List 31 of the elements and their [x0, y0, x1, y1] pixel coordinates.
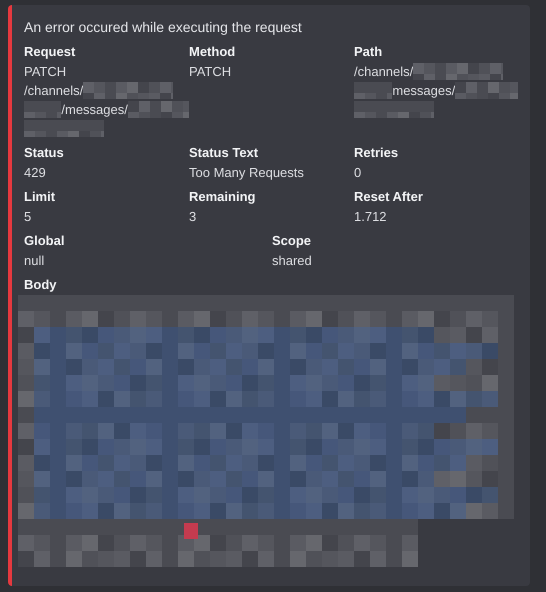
field-value: PATCH [24, 64, 66, 79]
redaction-mosaic [455, 82, 518, 99]
field-value: 1.712 [354, 209, 387, 224]
field-value: 5 [24, 209, 32, 224]
embed-title: An error occured while executing the request [24, 18, 303, 37]
field-name: Retries [354, 144, 400, 162]
field-value: messages/ [392, 83, 456, 98]
field-name: Status [24, 144, 65, 162]
field-value: Too Many Requests [189, 165, 304, 180]
field-name: Scope [272, 232, 312, 250]
field-value: 3 [189, 209, 196, 224]
field-name: Global [24, 232, 66, 250]
field-value: /channels/ [24, 83, 84, 98]
field-name: Method [189, 43, 236, 61]
field-value: 429 [24, 165, 46, 180]
field-name: Status Text [189, 144, 260, 162]
field-value: null [24, 253, 44, 268]
field-name: Request [24, 43, 76, 61]
redaction-mosaic [128, 101, 189, 118]
field-name: Remaining [189, 188, 256, 206]
field-value: /channels/ [354, 64, 414, 79]
field-value: shared [272, 253, 312, 268]
redaction-mosaic [24, 101, 62, 118]
field-value: /messages/ [61, 102, 128, 117]
redaction-mosaic [354, 82, 392, 99]
field-value: PATCH [189, 64, 232, 79]
field-name: Limit [24, 188, 56, 206]
field-value: 0 [354, 165, 362, 180]
field-name: Body [24, 276, 58, 294]
field-name: Path [354, 43, 384, 61]
field-name: Reset After [354, 188, 424, 206]
